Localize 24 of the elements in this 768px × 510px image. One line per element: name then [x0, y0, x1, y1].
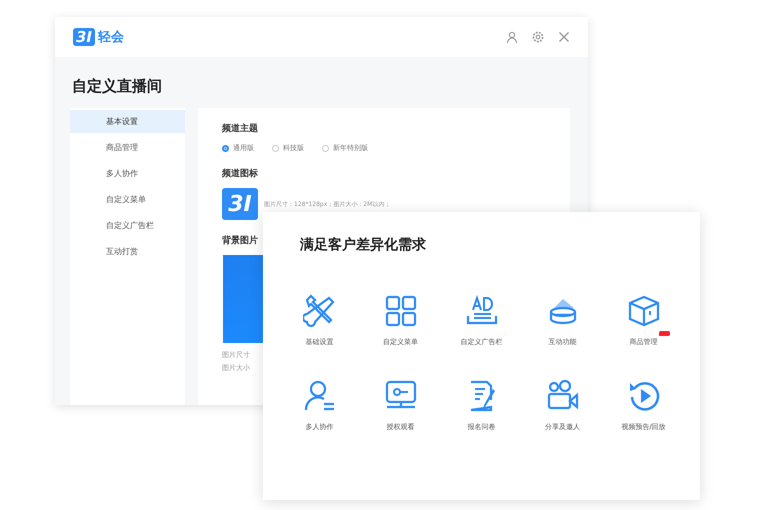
section-heading: 频道主题	[222, 122, 258, 135]
logo-mark: 3I	[73, 28, 96, 46]
section-heading: 背景图片	[222, 234, 258, 247]
grid-icon[interactable]	[384, 294, 418, 328]
user-icon[interactable]	[506, 31, 518, 43]
sidebar-item[interactable]: 商品管理	[70, 136, 185, 159]
channel-logo-preview: 3I	[222, 188, 258, 220]
sidebar-item[interactable]: 互动打赏	[70, 240, 185, 263]
close-icon[interactable]	[558, 31, 570, 43]
sidebar-item[interactable]: 自定义广告栏	[70, 214, 185, 237]
radio-icon[interactable]	[222, 144, 229, 152]
box-icon[interactable]	[626, 294, 660, 328]
logo-text: 轻会	[98, 29, 124, 46]
sidebar-item[interactable]: 自定义菜单	[70, 188, 185, 211]
sidebar-item[interactable]: 基本设置	[70, 110, 185, 133]
radio-icon[interactable]	[322, 144, 329, 152]
wrench-pencil-icon[interactable]	[302, 294, 336, 328]
sidebar-item[interactable]: 多人协作	[70, 162, 185, 185]
radio-icon[interactable]	[272, 144, 279, 152]
section-heading: 频道图标	[222, 168, 258, 180]
page-title: 自定义直播间	[72, 77, 163, 96]
card-title: 满足客户差异化需求	[300, 236, 427, 254]
settings-icon[interactable]	[532, 31, 544, 43]
person-icon[interactable]	[302, 379, 336, 413]
